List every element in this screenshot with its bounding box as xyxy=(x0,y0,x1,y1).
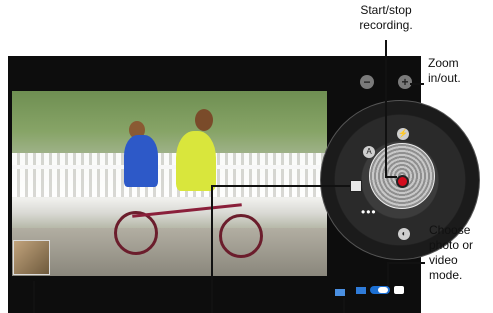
last-capture-thumbnail[interactable] xyxy=(13,240,50,275)
zoom-in-button[interactable]: + xyxy=(398,75,412,89)
thumbnail-callout-line xyxy=(33,281,35,313)
settings-icon[interactable] xyxy=(350,180,362,192)
flash-icon[interactable]: ⚡ xyxy=(397,128,409,140)
camera-viewfinder xyxy=(12,91,327,276)
more-options-icon[interactable]: ••• xyxy=(361,205,377,219)
tandem-bike-frame xyxy=(132,203,242,218)
mode-callout: Choose photo or video mode. xyxy=(429,223,474,282)
video-status-icon xyxy=(335,289,345,296)
bike-wheel xyxy=(219,214,263,258)
rider-yellow xyxy=(176,131,216,191)
zoom-callout: Zoom in/out. xyxy=(428,56,461,85)
road xyxy=(12,228,327,276)
mode-callout-line xyxy=(387,262,389,286)
zoom-callout-line xyxy=(410,83,424,85)
record-callout: Start/stop recording. xyxy=(359,3,413,32)
record-callout-line xyxy=(385,176,397,178)
mode-callout-line xyxy=(387,262,425,264)
fence-rail xyxy=(12,165,327,169)
status-callout-line xyxy=(343,298,345,313)
photo-video-mode-switch[interactable] xyxy=(356,286,404,294)
viewfinder-callout-line xyxy=(211,185,350,187)
viewfinder-callout-line xyxy=(211,185,213,313)
mode-slider[interactable] xyxy=(370,286,390,294)
scene-mode-icon[interactable]: ◐ xyxy=(398,228,410,240)
auto-icon[interactable]: A xyxy=(363,146,375,158)
photo-mode-icon[interactable] xyxy=(394,286,404,294)
white-fence xyxy=(12,153,327,197)
bike-wheel xyxy=(114,211,158,255)
rider-head xyxy=(195,109,213,131)
record-callout-line xyxy=(385,40,387,178)
record-button[interactable] xyxy=(396,175,409,188)
rider-blue xyxy=(124,135,158,187)
video-mode-icon[interactable] xyxy=(356,286,366,294)
zoom-out-button[interactable]: − xyxy=(360,75,374,89)
